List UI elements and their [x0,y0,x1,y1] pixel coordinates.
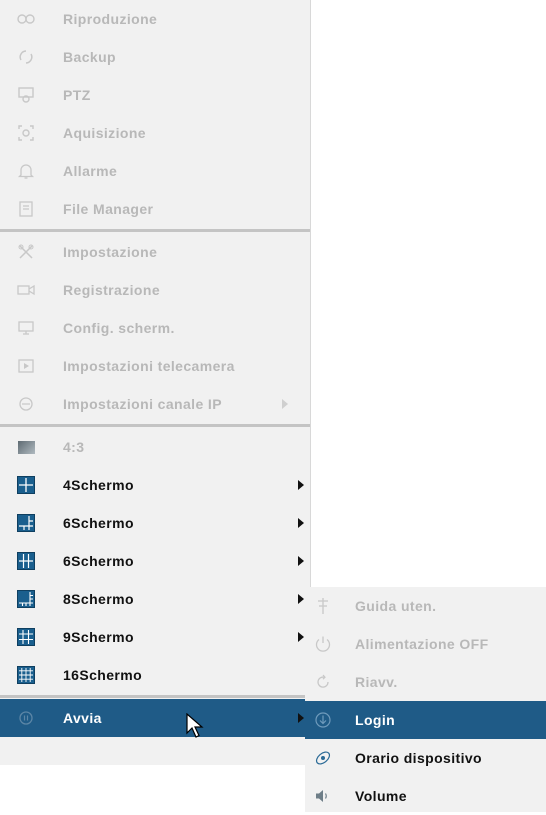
menu-separator [0,695,310,698]
menu-item-label: Backup [63,49,116,65]
menu-item-file-manager[interactable]: File Manager [0,190,310,228]
menu-item-6schermo-a[interactable]: 6Schermo [0,504,310,542]
submenu-item-label: Alimentazione OFF [355,636,489,652]
menu-item-label: Riproduzione [63,11,158,27]
submenu-item-orario-dispositivo[interactable]: Orario dispositivo [305,739,546,777]
menu-item-label: 16Schermo [63,667,143,683]
menu-item-label: 8Schermo [63,591,134,607]
record-icon [16,280,36,300]
grid-6a-icon [16,513,36,533]
menu-item-6schermo-b[interactable]: 6Schermo [0,542,310,580]
guide-icon [313,596,333,616]
menu-item-registrazione[interactable]: Registrazione [0,271,310,309]
ptz-icon [16,85,36,105]
menu-item-config-scherm[interactable]: Config. scherm. [0,309,310,347]
menu-item-label: Impostazioni telecamera [63,358,235,374]
context-menu: Riproduzione Backup PTZ Aquisizione Alla… [0,0,311,765]
menu-item-label: 6Schermo [63,553,134,569]
submenu-item-riavv[interactable]: Riavv. [305,663,546,701]
backup-icon [16,47,36,67]
submenu-arrow-icon [298,480,304,490]
menu-item-label: Impostazioni canale IP [63,396,222,412]
grid-9-icon [16,627,36,647]
clock-icon [313,748,333,768]
login-icon [313,710,333,730]
menu-item-label: Avvia [63,710,102,726]
menu-item-impostazioni-canale-ip[interactable]: Impostazioni canale IP [0,385,310,423]
menu-item-impostazioni-telecamera[interactable]: Impostazioni telecamera [0,347,310,385]
submenu-arrow-icon [298,713,304,723]
submenu-item-alimentazione-off[interactable]: Alimentazione OFF [305,625,546,663]
submenu-item-label: Riavv. [355,674,398,690]
settings-tools-icon [16,242,36,262]
grid-16-icon [16,665,36,685]
menu-item-label: Allarme [63,163,118,179]
menu-item-allarme[interactable]: Allarme [0,152,310,190]
submenu-item-volume[interactable]: Volume [305,777,546,815]
menu-item-impostazione[interactable]: Impostazione [0,233,310,271]
submenu-arrow-icon [298,594,304,604]
menu-item-9schermo[interactable]: 9Schermo [0,618,310,656]
bell-icon [16,161,36,181]
menu-item-label: 9Schermo [63,629,134,645]
submenu-item-label: Orario dispositivo [355,750,482,766]
volume-icon [313,786,333,806]
submenu-arrow-icon [282,399,288,409]
menu-item-label: PTZ [63,87,91,103]
menu-separator [0,229,310,232]
menu-separator [0,424,310,427]
submenu-item-label: Volume [355,788,407,804]
submenu-arrow-icon [298,518,304,528]
submenu-item-label: Login [355,712,396,728]
submenu-item-login[interactable]: Login [305,701,546,739]
menu-item-riproduzione[interactable]: Riproduzione [0,0,310,38]
restart-icon [313,672,333,692]
menu-item-ptz[interactable]: PTZ [0,76,310,114]
menu-item-label: Config. scherm. [63,320,175,336]
menu-item-backup[interactable]: Backup [0,38,310,76]
start-submenu: Guida uten. Alimentazione OFF Riavv. Log… [305,587,546,812]
grid-8-icon [16,589,36,609]
ip-channel-icon [16,394,36,414]
menu-item-label: Aquisizione [63,125,146,141]
grid-4-icon [16,475,36,495]
submenu-item-guida[interactable]: Guida uten. [305,587,546,625]
menu-item-avvia[interactable]: Avvia [0,699,310,737]
menu-item-8schermo[interactable]: 8Schermo [0,580,310,618]
power-icon [313,634,333,654]
camera-settings-icon [16,356,36,376]
aspect-ratio-icon [16,437,36,457]
menu-item-aspect-ratio[interactable]: 4:3 [0,428,310,466]
menu-item-label: 4:3 [63,439,85,455]
menu-item-label: 6Schermo [63,515,134,531]
playback-icon [16,9,36,29]
menu-item-label: File Manager [63,201,154,217]
file-manager-icon [16,199,36,219]
mouse-pointer-icon [186,713,204,738]
capture-icon [16,123,36,143]
submenu-arrow-icon [298,632,304,642]
menu-item-aquisizione[interactable]: Aquisizione [0,114,310,152]
menu-item-16schermo[interactable]: 16Schermo [0,656,310,694]
start-icon [16,708,36,728]
menu-item-label: Impostazione [63,244,158,260]
grid-6b-icon [16,551,36,571]
menu-item-label: Registrazione [63,282,160,298]
menu-item-label: 4Schermo [63,477,134,493]
monitor-icon [16,318,36,338]
submenu-item-label: Guida uten. [355,598,437,614]
menu-item-4schermo[interactable]: 4Schermo [0,466,310,504]
submenu-arrow-icon [298,556,304,566]
